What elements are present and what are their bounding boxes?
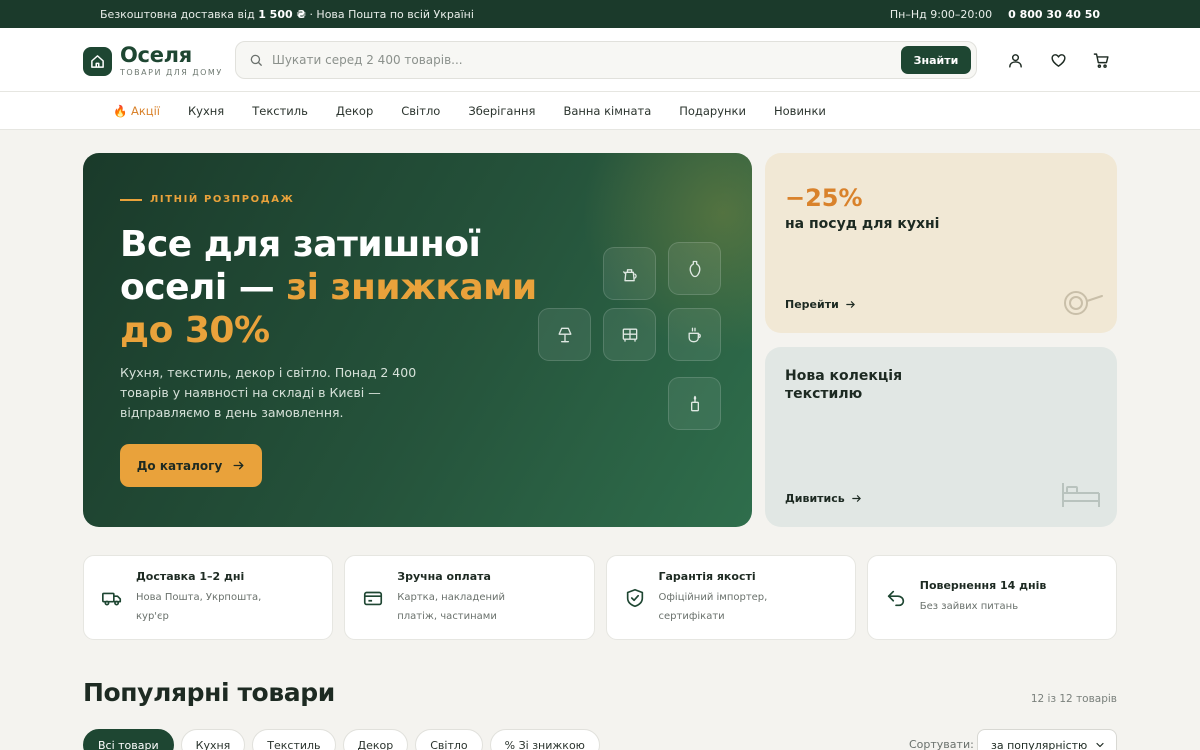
nav-item-bathroom[interactable]: Ванна кімната: [563, 104, 651, 118]
house-logo-icon: [83, 46, 112, 76]
arrow-right-icon: [851, 495, 861, 502]
filter-chip-textile[interactable]: Текстиль: [252, 729, 336, 750]
search-bar: Знайти: [235, 41, 977, 79]
nav-item-new[interactable]: Новинки: [774, 104, 826, 118]
pan-icon: [1064, 291, 1103, 315]
search-icon: [249, 53, 263, 67]
shipping-notice: Безкоштовна доставка від 1 500 ₴ · Нова …: [100, 7, 474, 21]
user-icon[interactable]: [1004, 49, 1026, 71]
logo-name: Оселя: [120, 43, 192, 67]
filter-chip-lighting[interactable]: Світло: [415, 729, 483, 750]
phone-link[interactable]: 0 800 30 40 50: [1008, 8, 1100, 21]
truck-icon: [99, 585, 125, 611]
kettle-icon: [603, 247, 656, 300]
filter-chip-discount[interactable]: % Зі знижкою: [489, 729, 600, 750]
nav-item-gifts[interactable]: Подарунки: [679, 104, 746, 118]
promo-link-view[interactable]: Дивитись: [785, 492, 862, 505]
benefit-payment: Зручна оплата Картка, накладений платіж,…: [344, 555, 595, 640]
shield-icon: [622, 585, 648, 611]
promo-text: Нова колекція текстилю: [785, 368, 903, 402]
category-nav: 🔥 Акції Кухня Текстиль Декор Світло Збер…: [0, 92, 1200, 130]
benefit-quality: Гарантія якості Офіційний імпортер, серт…: [605, 555, 856, 640]
promo-link-go[interactable]: Перейти: [785, 298, 856, 311]
promo-card-textile[interactable]: Нова колекція текстилю Дивитись: [765, 347, 1117, 527]
hero-title: Все для затишної оселі — зі знижками до …: [120, 224, 537, 351]
logo-tagline: ТОВАРИ ДЛЯ ДОМУ: [120, 68, 223, 77]
nav-item-storage[interactable]: Зберігання: [468, 104, 535, 118]
card-icon: [360, 585, 386, 611]
contact-info: Пн–Нд 9:00–20:00 0 800 30 40 50: [890, 8, 1100, 21]
chevron-down-icon: [1096, 742, 1104, 748]
nav-item-lighting[interactable]: Світло: [401, 104, 440, 118]
shipping-threshold: 1 500 ₴: [258, 7, 306, 21]
promo-text: на посуд для кухні: [785, 216, 940, 232]
return-icon: [883, 585, 909, 611]
nav-item-textile[interactable]: Текстиль: [252, 104, 308, 118]
header-actions: [1004, 49, 1112, 71]
filter-chip-decor[interactable]: Декор: [342, 729, 409, 750]
bed-icon: [1062, 483, 1100, 507]
top-announcement-bar: Безкоштовна доставка від 1 500 ₴ · Нова …: [0, 0, 1200, 28]
vase-icon: [668, 242, 721, 295]
hero-banner: ЛІТНІЙ РОЗПРОДАЖ Все для затишної оселі …: [83, 153, 752, 527]
nav-item-decor[interactable]: Декор: [336, 104, 373, 118]
benefit-delivery: Доставка 1–2 дні Нова Пошта, Укрпошта, к…: [83, 555, 334, 640]
search-button[interactable]: Знайти: [901, 46, 971, 74]
products-count: 12 із 12 товарів: [1030, 693, 1117, 705]
promo-discount: −25%: [785, 184, 863, 212]
arrow-right-icon: [846, 301, 855, 308]
arrow-right-icon: [233, 461, 244, 470]
filter-chip-all[interactable]: Всі товари: [83, 729, 174, 750]
benefit-return: Повернення 14 днів Без зайвих питань: [866, 555, 1117, 640]
working-hours: Пн–Нд 9:00–20:00: [889, 7, 993, 21]
catalog-button[interactable]: До каталогу: [120, 444, 262, 487]
hero-description: Кухня, текстиль, декор і світло. Понад 2…: [120, 365, 417, 420]
cabinet-icon: [603, 308, 656, 361]
candle-icon: [668, 377, 721, 430]
cart-icon[interactable]: [1090, 49, 1112, 71]
nav-item-sales[interactable]: 🔥 Акції: [113, 104, 160, 118]
heart-icon[interactable]: [1047, 49, 1069, 71]
filter-chips: Всі товари Кухня Текстиль Декор Світло %…: [83, 729, 600, 750]
nav-item-kitchen[interactable]: Кухня: [188, 104, 224, 118]
filter-chip-kitchen[interactable]: Кухня: [180, 729, 246, 750]
sort-select[interactable]: за популярністю: [977, 729, 1117, 750]
sort-label: Сортувати:: [909, 738, 974, 750]
cup-icon: [668, 308, 721, 361]
benefits-row: Доставка 1–2 дні Нова Пошта, Укрпошта, к…: [83, 555, 1117, 640]
section-title-popular: Популярні товари: [83, 678, 335, 707]
lamp-icon: [538, 308, 591, 361]
eyebrow-line: [120, 198, 142, 201]
logo-link[interactable]: Оселя ТОВАРИ ДЛЯ ДОМУ: [83, 45, 223, 77]
search-input[interactable]: [272, 53, 976, 67]
promo-card-cookware[interactable]: −25% на посуд для кухні Перейти: [765, 153, 1117, 333]
hero-eyebrow: ЛІТНІЙ РОЗПРОДАЖ: [120, 194, 294, 205]
site-header: Оселя ТОВАРИ ДЛЯ ДОМУ Знайти: [0, 28, 1200, 92]
